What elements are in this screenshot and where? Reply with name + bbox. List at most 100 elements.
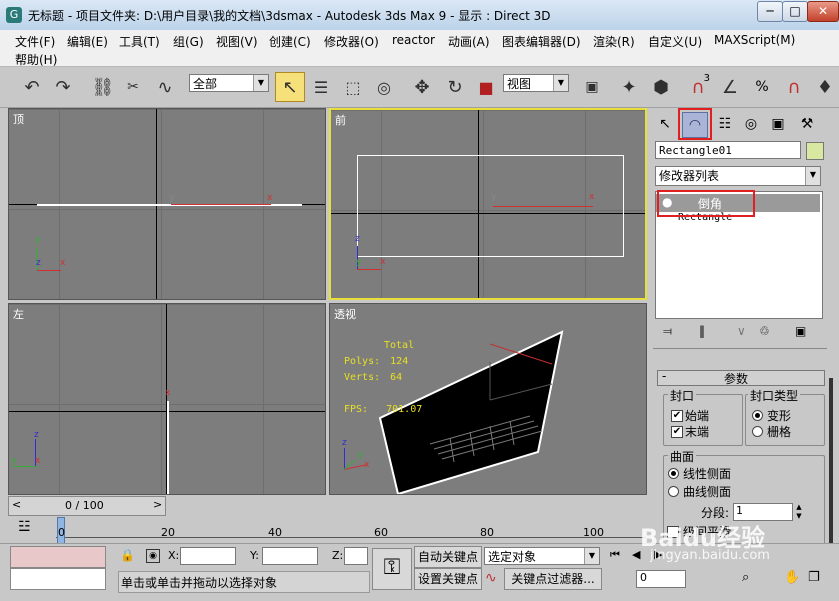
pivot-center-icon[interactable]: ▣ <box>577 72 607 102</box>
select-object-icon[interactable]: ↖ <box>275 72 305 102</box>
current-frame-value: 0 <box>640 571 647 584</box>
close-button[interactable]: ✕ <box>807 1 839 22</box>
menu-file[interactable]: 文件(F) <box>15 33 55 50</box>
time-slider-prev[interactable]: < <box>12 498 21 511</box>
cap-start-checkbox[interactable]: ✔ <box>671 410 683 422</box>
configure-sets-icon[interactable]: ▣ <box>795 324 806 338</box>
y-coordinate-field[interactable] <box>262 547 318 565</box>
pan-icon[interactable]: ✋ <box>784 570 800 585</box>
menu-help[interactable]: 帮助(H) <box>15 51 57 68</box>
menu-animation[interactable]: 动画(A) <box>448 33 490 50</box>
maxscript-listener-pink[interactable] <box>10 546 106 568</box>
cap-morph-radio[interactable] <box>752 410 763 421</box>
segments-spinner[interactable]: ▲ ▼ <box>794 503 804 521</box>
modifier-list-dropdown[interactable]: 修改器列表 ▼ <box>655 166 821 186</box>
pin-stack-icon[interactable]: ⫤ <box>663 324 672 339</box>
goto-start-icon[interactable]: ⏮ <box>610 548 620 562</box>
time-slider-next[interactable]: > <box>153 498 162 511</box>
key-filters-icon[interactable]: ∿ <box>485 570 497 586</box>
absolute-mode-icon[interactable]: ◉ <box>146 549 160 563</box>
curve-editor-icon[interactable]: ☳ <box>18 519 31 535</box>
menu-rendering[interactable]: 渲染(R) <box>593 33 635 50</box>
selection-filter-dropdown[interactable]: 全部 ▼ <box>189 74 269 92</box>
select-and-manipulate-icon[interactable]: ✦ <box>614 72 644 102</box>
key-filters-button[interactable]: 关键点过滤器... <box>504 568 602 590</box>
menu-tools[interactable]: 工具(T) <box>119 33 160 50</box>
show-end-result-icon[interactable]: ‖ <box>699 324 705 338</box>
menu-reactor[interactable]: reactor <box>392 33 435 47</box>
rectangular-selection-icon[interactable]: ⬚ <box>338 72 368 102</box>
rectangle-edge-view <box>167 401 169 494</box>
current-frame-field[interactable]: 0 <box>636 570 686 588</box>
curved-sides-radio[interactable] <box>668 486 679 497</box>
auto-key-button[interactable]: 自动关键点 <box>414 546 482 568</box>
panel-scrollbar[interactable] <box>829 378 833 548</box>
reference-coordinate-dropdown[interactable]: 视图 ▼ <box>503 74 569 92</box>
select-and-scale-icon[interactable]: ■ <box>471 72 501 102</box>
viewport-left[interactable]: x 左 z y x <box>8 303 326 495</box>
menu-bar: 文件(F) 编辑(E) 工具(T) 组(G) 视图(V) 创建(C) 修改器(O… <box>0 30 839 67</box>
key-mode-icon[interactable]: ⚿ <box>372 548 412 590</box>
angle-snap-icon[interactable]: ∠ <box>715 72 745 102</box>
menu-maxscript[interactable]: MAXScript(M) <box>714 33 795 47</box>
3dsmax-app-icon[interactable]: G <box>6 7 22 23</box>
utilities-tab-icon[interactable]: ⚒ <box>795 112 819 136</box>
menu-views[interactable]: 视图(V) <box>216 33 258 50</box>
maxscript-listener-white[interactable] <box>10 568 106 590</box>
window-crossing-icon[interactable]: ◎ <box>369 72 399 102</box>
create-tab-icon[interactable]: ↖ <box>653 112 677 136</box>
viewport-front[interactable]: y x 前 z y x <box>329 108 647 300</box>
spinner-snap-icon[interactable]: ∩ <box>779 72 809 102</box>
make-unique-icon[interactable]: ∨ <box>737 324 746 338</box>
set-key-button[interactable]: 设置关键点 <box>414 568 482 590</box>
zoom-icon[interactable]: ⌕ <box>742 570 749 585</box>
menu-modifiers[interactable]: 修改器(O) <box>324 33 379 50</box>
cap-end-checkbox[interactable]: ✔ <box>671 426 683 438</box>
menu-edit[interactable]: 编辑(E) <box>67 33 108 50</box>
viewport-label-perspective[interactable]: 透视 <box>334 306 356 322</box>
params-rollout-header[interactable]: - 参数 <box>657 369 825 386</box>
bind-space-warp-icon[interactable]: ∿ <box>150 72 180 102</box>
select-by-name-icon[interactable]: ☰ <box>306 72 336 102</box>
minimize-button[interactable]: ─ <box>757 1 783 22</box>
display-tab-icon[interactable]: ▣ <box>766 112 790 136</box>
object-color-swatch[interactable] <box>806 142 824 160</box>
named-selection-icon[interactable]: ♦ <box>810 72 839 102</box>
hierarchy-tab-icon[interactable]: ☷ <box>713 112 737 136</box>
menu-create[interactable]: 创建(C) <box>269 33 311 50</box>
z-coordinate-field[interactable] <box>344 547 368 565</box>
viewport-label-top[interactable]: 顶 <box>13 111 24 127</box>
viewport-perspective[interactable]: 透视 Total Polys: 124 Verts: 64 FPS: 701.0… <box>329 303 647 495</box>
undo-icon[interactable]: ↶ <box>17 72 47 102</box>
z-label: Z: <box>332 549 344 562</box>
viewport-label-left[interactable]: 左 <box>13 306 24 322</box>
select-and-link-icon[interactable]: ⛓ <box>88 72 118 102</box>
stats-fps: FPS: 701.07 <box>344 404 422 415</box>
cap-grid-radio[interactable] <box>752 426 763 437</box>
select-and-move-icon[interactable]: ✥ <box>407 72 437 102</box>
x-coordinate-field[interactable] <box>180 547 236 565</box>
viewport-label-front[interactable]: 前 <box>335 112 346 128</box>
viewport-top[interactable]: y x 顶 y z x <box>8 108 326 300</box>
menu-group[interactable]: 组(G) <box>173 33 204 50</box>
menu-customize[interactable]: 自定义(U) <box>648 33 702 50</box>
percent-snap-icon[interactable]: % <box>747 72 777 102</box>
lock-icon[interactable]: 🔒 <box>120 548 135 562</box>
select-and-rotate-icon[interactable]: ↻ <box>440 72 470 102</box>
redo-icon[interactable]: ↷ <box>48 72 78 102</box>
time-slider[interactable]: < 0 / 100 > <box>8 496 166 516</box>
object-name-field[interactable]: Rectangle01 <box>655 141 801 159</box>
track-bar[interactable]: ☳ 0 20 40 60 80 100 <box>0 517 649 545</box>
key-target-dropdown[interactable]: 选定对象 ▼ <box>484 547 600 565</box>
remove-modifier-icon[interactable]: ♲ <box>759 324 770 338</box>
snaps-toggle-icon[interactable]: ∩ 3 <box>683 72 713 102</box>
title-bar: G 无标题 - 项目文件夹: D:\用户目录\我的文档\3dsmax - Aut… <box>0 0 839 31</box>
polys-label: Polys: <box>344 356 381 367</box>
keyboard-shortcut-override-icon[interactable]: ⬢ <box>646 72 676 102</box>
maximize-button[interactable]: □ <box>782 1 808 22</box>
motion-tab-icon[interactable]: ◎ <box>739 112 763 136</box>
linear-sides-radio[interactable] <box>668 468 679 479</box>
unlink-icon[interactable]: ✂ <box>118 72 148 102</box>
menu-graph-editors[interactable]: 图表编辑器(D) <box>502 33 581 50</box>
maximize-viewport-icon[interactable]: ❐ <box>808 570 820 585</box>
